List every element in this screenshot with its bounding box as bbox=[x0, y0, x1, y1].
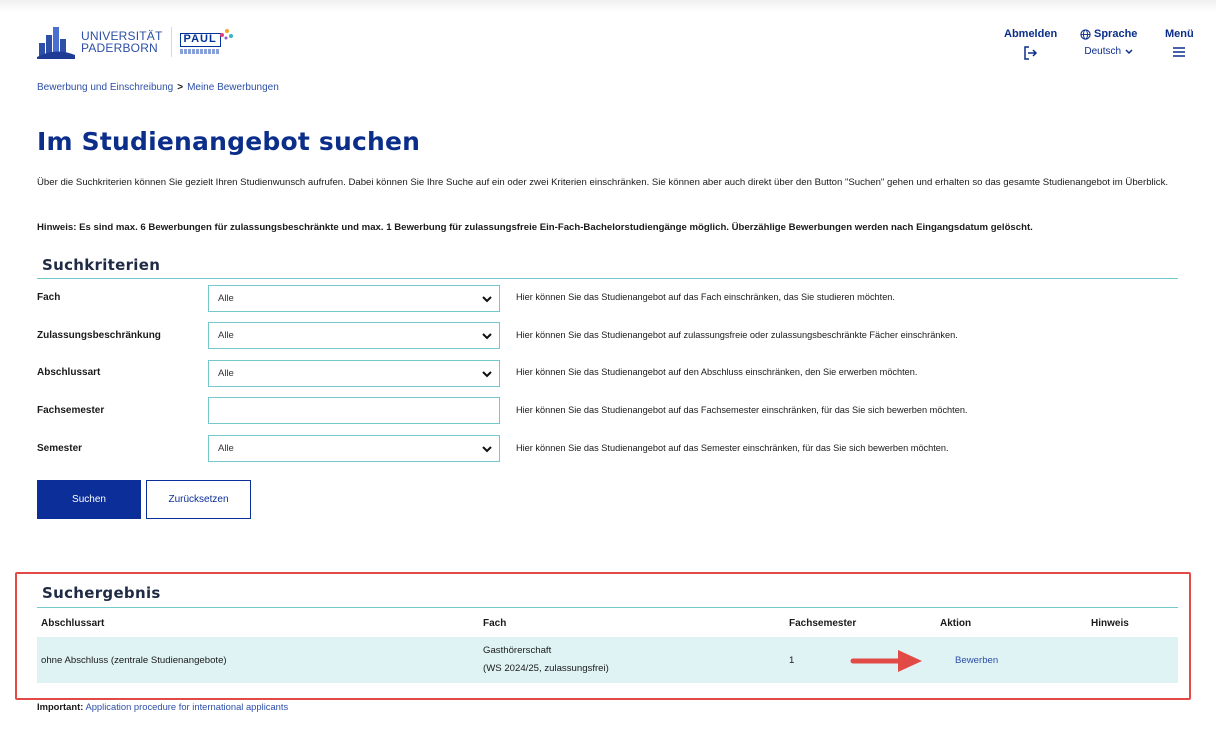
results-section-title: Suchergebnis bbox=[42, 584, 161, 602]
breadcrumb-item-bewerbung[interactable]: Bewerbung und Einschreibung bbox=[37, 82, 173, 93]
menu-button[interactable]: Menü bbox=[1165, 28, 1194, 58]
paul-sparkle-icon bbox=[219, 29, 233, 40]
fachsemester-help: Hier können Sie das Studienangebot auf d… bbox=[516, 405, 968, 415]
fach-label: Fach bbox=[37, 292, 61, 303]
paul-subtitle bbox=[179, 49, 220, 54]
chevron-down-icon bbox=[482, 446, 492, 453]
menu-label: Menü bbox=[1165, 28, 1194, 40]
breadcrumb-item-meine-bewerbungen[interactable]: Meine Bewerbungen bbox=[187, 82, 279, 93]
zulassung-select[interactable]: Alle bbox=[208, 322, 500, 349]
paul-logo: PAUL bbox=[179, 27, 234, 57]
logout-button[interactable]: Abmelden bbox=[1004, 28, 1057, 60]
reset-button[interactable]: Zurücksetzen bbox=[146, 480, 251, 519]
semester-select-value: Alle bbox=[218, 443, 234, 454]
language-value: Deutsch bbox=[1084, 46, 1122, 57]
globe-icon bbox=[1080, 28, 1091, 40]
top-shadow bbox=[0, 0, 1216, 12]
cell-abschlussart: ohne Abschluss (zentrale Studienangebote… bbox=[41, 655, 227, 666]
fachsemester-label: Fachsemester bbox=[37, 405, 105, 416]
cell-fach-line2: (WS 2024/25, zulassungsfrei) bbox=[483, 663, 609, 674]
cell-fachsemester: 1 bbox=[789, 655, 795, 666]
chevron-down-icon bbox=[482, 296, 492, 303]
abschlussart-select-value: Alle bbox=[218, 368, 234, 379]
university-name: UNIVERSITÄT PADERBORN bbox=[81, 30, 163, 54]
breadcrumb: Bewerbung und Einschreibung > Meine Bewe… bbox=[37, 82, 279, 93]
col-header-abschlussart: Abschlussart bbox=[41, 618, 105, 629]
col-header-fachsemester: Fachsemester bbox=[789, 618, 857, 629]
logout-label: Abmelden bbox=[1004, 28, 1058, 40]
fach-select-value: Alle bbox=[218, 293, 234, 304]
col-header-fach: Fach bbox=[483, 618, 507, 629]
hamburger-menu-icon bbox=[1173, 47, 1186, 57]
university-logo-icon bbox=[37, 25, 75, 59]
semester-label: Semester bbox=[37, 443, 83, 454]
fach-help: Hier können Sie das Studienangebot auf d… bbox=[516, 292, 895, 302]
search-button[interactable]: Suchen bbox=[37, 480, 141, 519]
fach-select[interactable]: Alle bbox=[208, 285, 500, 312]
hint-text: Hinweis: Es sind max. 6 Bewerbungen für … bbox=[37, 222, 1033, 233]
paul-logo-text: PAUL bbox=[179, 33, 221, 47]
international-applicants-link[interactable]: Application procedure for international … bbox=[85, 701, 288, 712]
table-row: ohne Abschluss (zentrale Studienangebote… bbox=[37, 637, 1178, 683]
col-header-aktion: Aktion bbox=[940, 618, 972, 629]
university-logo[interactable]: UNIVERSITÄT PADERBORN PAUL bbox=[37, 25, 234, 59]
zulassung-label: Zulassungsbeschränkung bbox=[37, 330, 161, 341]
logout-icon bbox=[1023, 46, 1037, 60]
bewerben-link[interactable]: Bewerben bbox=[955, 655, 998, 666]
semester-select[interactable]: Alle bbox=[208, 435, 500, 462]
fachsemester-input[interactable] bbox=[208, 397, 500, 424]
language-selector[interactable]: Sprache Deutsch bbox=[1080, 28, 1137, 57]
chevron-down-icon bbox=[482, 333, 492, 340]
criteria-divider bbox=[37, 278, 1178, 279]
zulassung-select-value: Alle bbox=[218, 330, 234, 341]
chevron-down-icon bbox=[482, 371, 492, 378]
logo-divider bbox=[170, 27, 172, 57]
university-name-line2: PADERBORN bbox=[81, 41, 158, 55]
chevron-down-icon bbox=[1125, 48, 1133, 54]
cell-fach-line1: Gasthörerschaft bbox=[483, 645, 552, 656]
page-title: Im Studienangebot suchen bbox=[37, 127, 421, 156]
annotation-arrow-icon bbox=[850, 650, 922, 672]
breadcrumb-separator: > bbox=[177, 82, 184, 93]
site-header: UNIVERSITÄT PADERBORN PAUL Abmelden Spra… bbox=[22, 22, 1202, 72]
criteria-section-title: Suchkriterien bbox=[42, 256, 161, 274]
col-header-hinweis: Hinweis bbox=[1091, 618, 1129, 629]
important-label: Important: bbox=[37, 701, 84, 712]
abschlussart-label: Abschlussart bbox=[37, 367, 101, 378]
language-label: Sprache bbox=[1094, 28, 1138, 40]
abschlussart-help: Hier können Sie das Studienangebot auf d… bbox=[516, 367, 918, 377]
zulassung-help: Hier können Sie das Studienangebot auf z… bbox=[516, 330, 958, 340]
intro-text: Über die Suchkriterien können Sie geziel… bbox=[37, 177, 1169, 188]
abschlussart-select[interactable]: Alle bbox=[208, 360, 500, 387]
results-divider bbox=[37, 607, 1178, 608]
semester-help: Hier können Sie das Studienangebot auf d… bbox=[516, 443, 949, 453]
important-note: Important: Application procedure for int… bbox=[37, 701, 288, 712]
